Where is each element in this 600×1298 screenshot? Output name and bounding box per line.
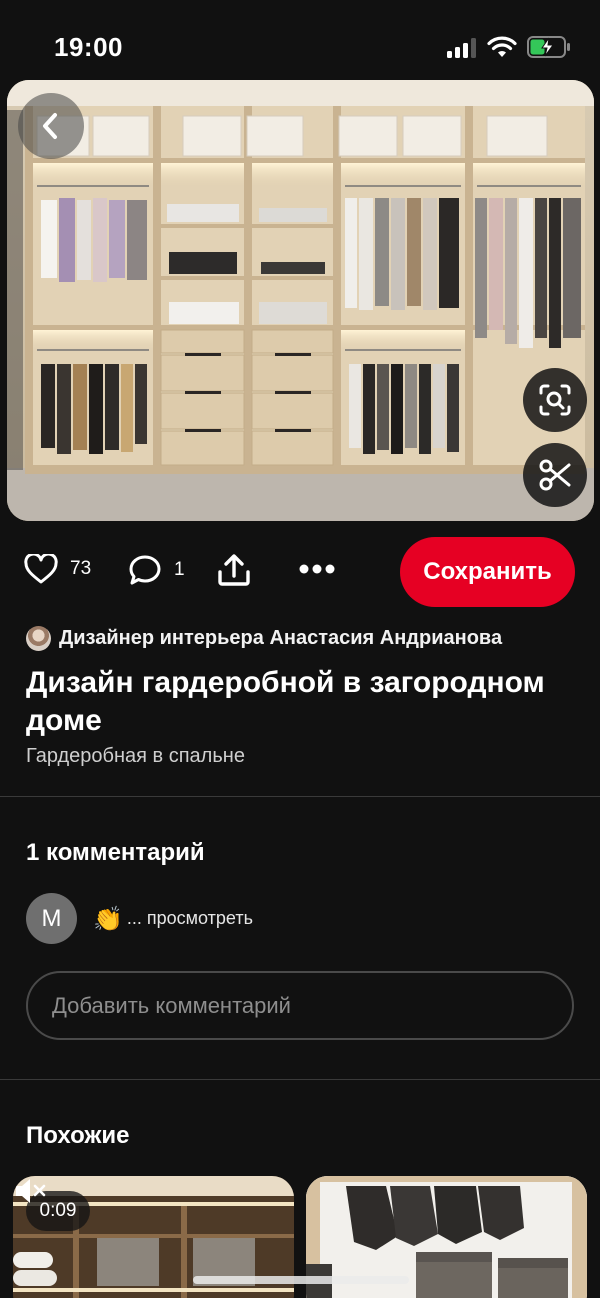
scissors-icon [539,459,571,491]
pin-action-bar: 73 1 Сохранить [0,536,600,608]
visual-search-button[interactable] [523,368,587,432]
clapping-hands-emoji: 👏 [93,904,123,933]
battery-charging-icon [527,36,570,58]
save-button[interactable]: Сохранить [400,537,575,607]
comment-item[interactable]: M 👏 ... просмотреть [26,893,253,944]
commenter-avatar[interactable]: M [26,893,77,944]
status-bar: 19:00 [0,0,600,80]
divider [0,1079,600,1080]
pin-subtitle: Гардеробная в спальне [26,745,245,767]
status-time: 19:00 [54,32,123,62]
similar-heading: Похожие [26,1122,130,1149]
lens-search-icon [539,384,571,416]
home-indicator[interactable] [193,1276,409,1284]
muted-speaker-icon[interactable] [13,1176,47,1206]
like-count: 73 [70,558,92,579]
add-comment-input[interactable]: Добавить комментарий [26,971,574,1040]
more-options-button[interactable] [298,562,336,580]
author-avatar[interactable] [26,626,51,651]
divider [0,796,600,797]
view-comment-link[interactable]: ... просмотреть [127,908,253,929]
pin-image[interactable] [7,80,594,521]
share-upload-icon [218,554,250,586]
like-button[interactable]: 73 [24,554,91,584]
wardrobe-photo [7,80,594,521]
ellipsis-icon [299,564,335,574]
comment-count: 1 [174,559,185,580]
pin-title: Дизайн гардеробной в загородном доме [26,666,545,737]
author-name[interactable]: Дизайнер интерьера Анастасия Андрианова [59,627,502,650]
cellular-signal-icon [447,38,476,58]
heart-icon [24,554,58,584]
share-button[interactable] [216,552,252,593]
author-row[interactable]: Дизайнер интерьера Анастасия Андрианова [26,626,502,651]
speech-bubble-icon [129,555,161,585]
wifi-icon [487,36,517,57]
comment-button[interactable]: 1 [128,554,185,586]
chevron-left-icon [43,113,57,139]
cut-out-button[interactable] [523,443,587,507]
comments-heading: 1 комментарий [26,839,205,866]
back-button[interactable] [18,93,84,159]
